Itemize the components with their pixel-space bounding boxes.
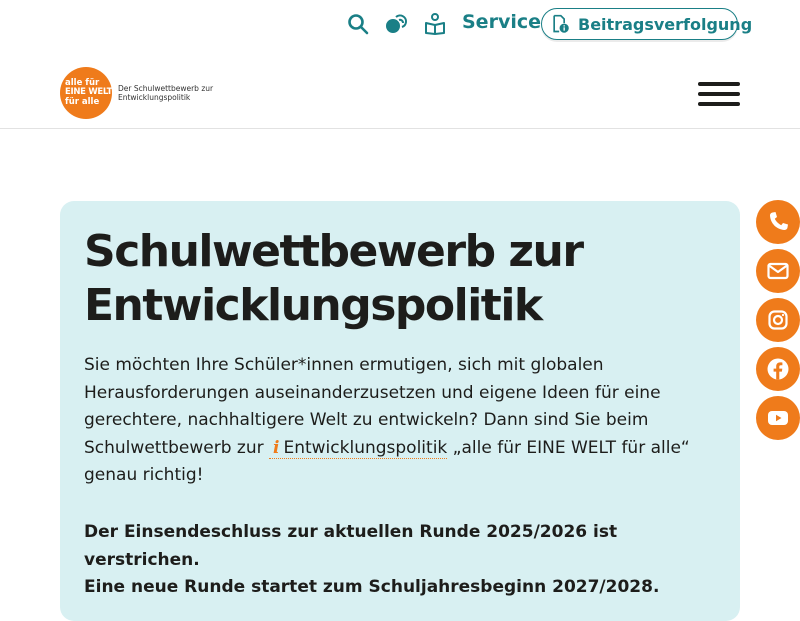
deadline-notice: Der Einsendeschluss zur aktuellen Runde … [84,519,724,602]
tracking-button-label: Beitragsverfolgung [578,14,753,34]
deadline-line-2: Eine neue Runde startet zum Schuljahresb… [84,577,660,597]
intro-text: Sie möchten Ihre Schüler*innen ermutigen… [84,352,724,490]
deadline-line-1: Der Einsendeschluss zur aktuellen Runde … [84,522,618,570]
phone-button[interactable] [756,200,800,244]
logo-subtitle-line-2: Entwicklungspolitik [118,93,191,102]
page-title-line-2: Entwicklungspolitik [84,280,543,331]
hero-card: Schulwettbewerb zur Entwicklungspolitik … [60,201,740,621]
site-header: alle für EINE WELT für alle Der Schulwet… [0,50,800,129]
youtube-icon [768,411,788,425]
community-icon[interactable] [385,12,409,36]
logo-line-3: für alle [65,96,100,107]
email-button[interactable] [756,249,800,293]
reading-icon[interactable] [423,12,447,36]
logo-subtitle-line-1: Der Schulwettbewerb zur [118,84,214,93]
logo-badge: alle für EINE WELT für alle [60,67,112,119]
glossary-link-label: Entwicklungspolitik [283,437,448,458]
email-icon [767,262,789,280]
hamburger-icon[interactable] [698,82,740,106]
top-utility-bar: Service Beitragsverfolgung [0,0,800,50]
document-info-icon [553,14,569,33]
site-logo[interactable]: alle für EINE WELT für alle Der Schulwet… [60,67,213,119]
page-title-line-1: Schulwettbewerb zur [84,226,584,277]
instagram-icon [768,310,788,330]
page-title: Schulwettbewerb zur Entwicklungspolitik [84,225,724,333]
info-icon: i [273,437,280,458]
facebook-icon [767,358,789,380]
phone-icon [770,212,788,230]
tracking-button[interactable]: Beitragsverfolgung [541,8,752,40]
service-link[interactable]: Service [462,11,541,33]
facebook-button[interactable] [756,347,800,391]
logo-subtitle: Der Schulwettbewerb zur Entwicklungspoli… [118,84,213,102]
search-icon[interactable] [346,12,370,36]
instagram-button[interactable] [756,298,800,342]
glossary-link[interactable]: i Entwicklungspolitik [269,437,448,459]
youtube-button[interactable] [756,396,800,440]
